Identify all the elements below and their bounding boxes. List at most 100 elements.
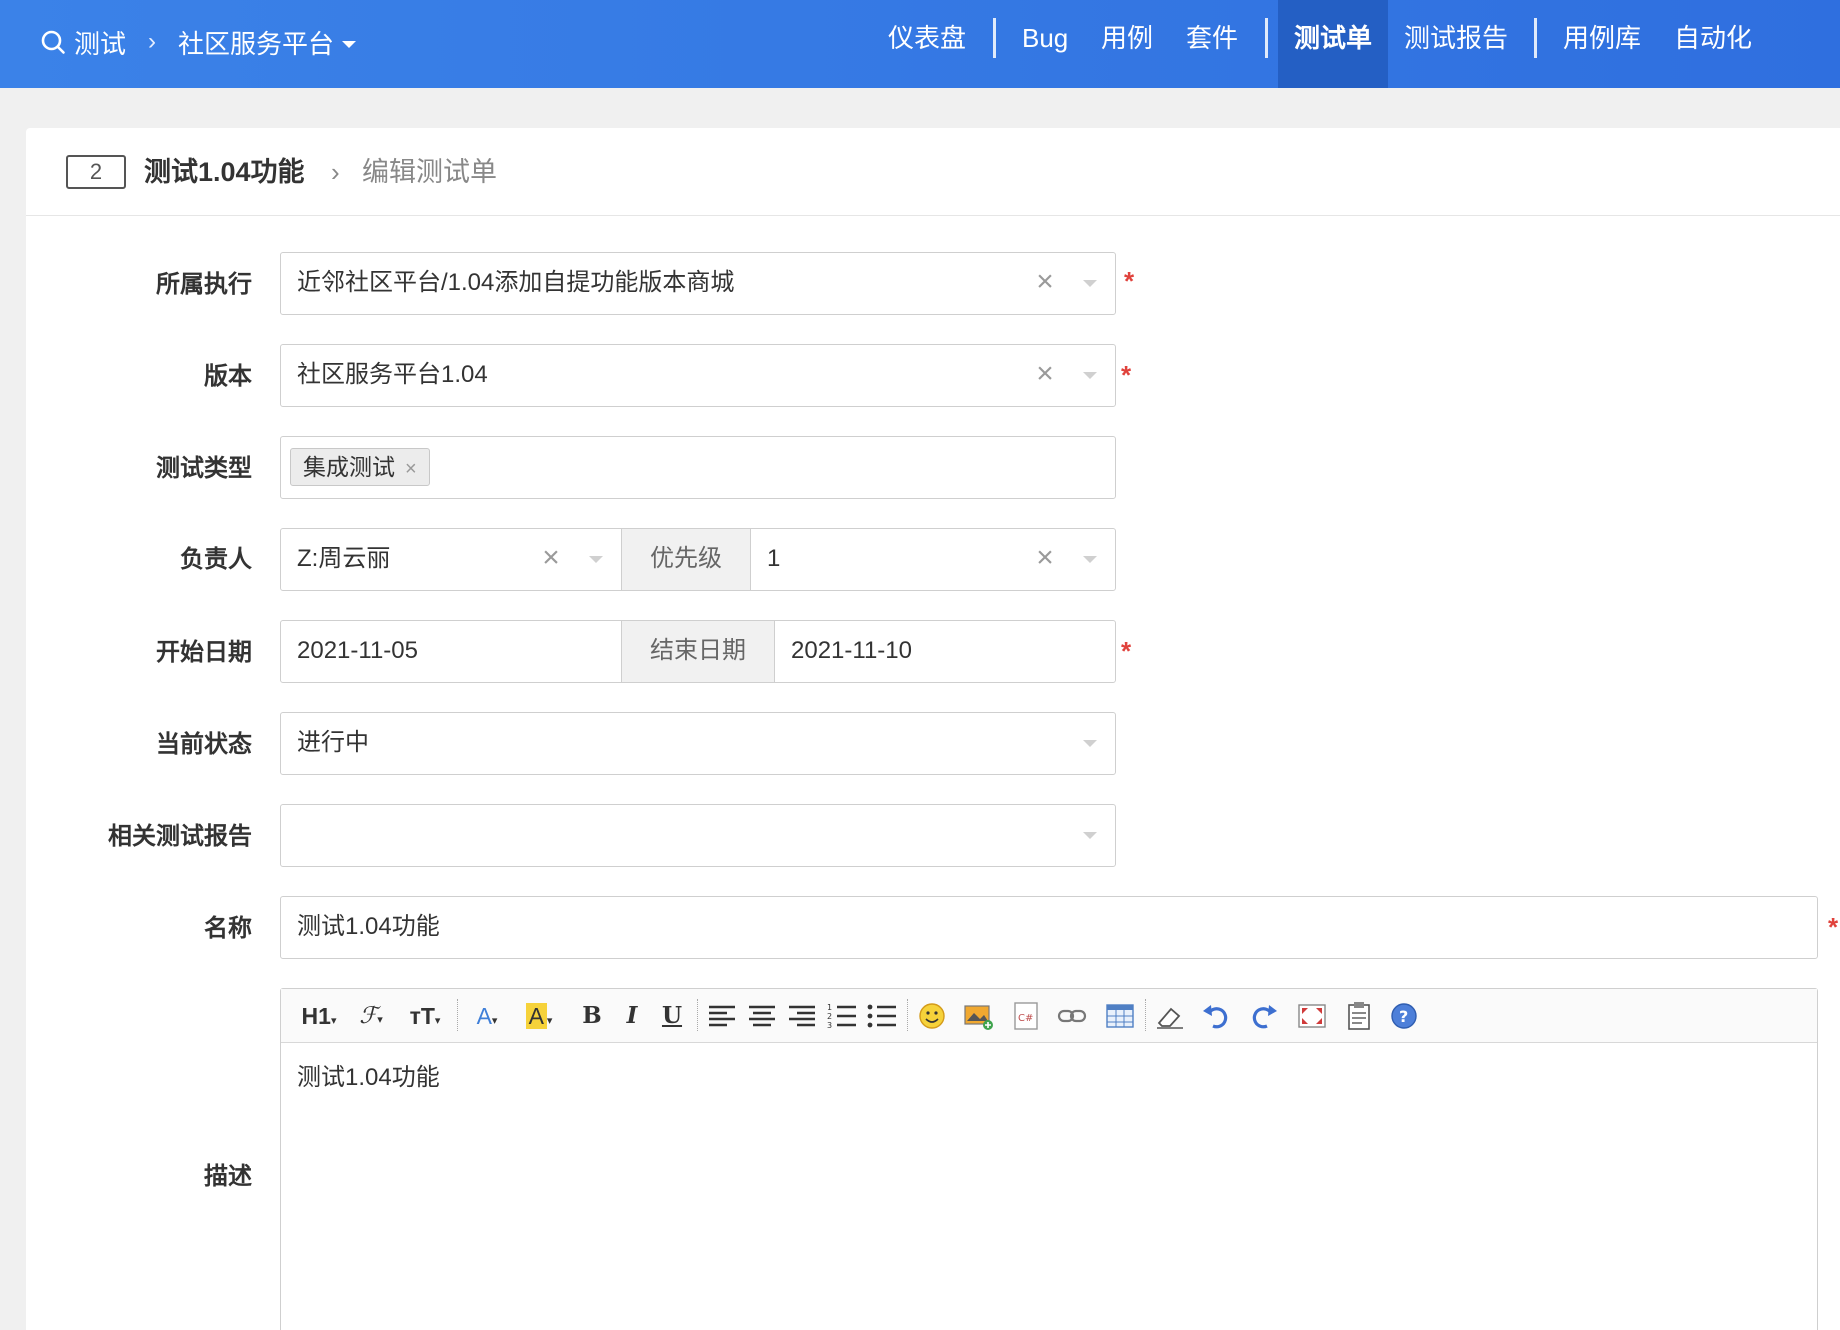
chevron-right-icon: ›: [331, 157, 340, 187]
date-range-group: 2021-11-05 结束日期 2021-11-10: [280, 620, 1116, 683]
owner-label: 负责人: [180, 546, 252, 573]
owner-value[interactable]: Z:周云丽: [297, 529, 390, 589]
eraser-icon[interactable]: [1153, 999, 1187, 1033]
required-mark: *: [1121, 636, 1132, 666]
help-icon[interactable]: ?: [1387, 999, 1421, 1033]
link-icon[interactable]: [1055, 999, 1089, 1033]
ordered-list-icon[interactable]: 123: [825, 999, 859, 1033]
related-report-label: 相关测试报告: [108, 823, 252, 850]
name-label: 名称: [204, 915, 252, 942]
font-color-button[interactable]: A▾: [465, 999, 509, 1033]
clear-icon[interactable]: ×: [540, 543, 562, 573]
toolbar-divider: [457, 999, 458, 1031]
italic-button[interactable]: I: [617, 999, 647, 1033]
description-content[interactable]: 测试1.04功能: [297, 1057, 440, 1092]
page-title[interactable]: 测试1.04功能: [144, 150, 305, 194]
status-select[interactable]: 进行中: [280, 712, 1116, 775]
nav-test-report[interactable]: 测试报告: [1404, 0, 1508, 88]
fullscreen-icon[interactable]: [1295, 999, 1329, 1033]
owner-priority-group: Z:周云丽 × 优先级 1 ×: [280, 528, 1116, 591]
heading-label: H1: [301, 1003, 331, 1029]
nav-testtask[interactable]: 测试单: [1278, 0, 1388, 88]
chevron-down-icon[interactable]: [1083, 740, 1097, 747]
top-navigation-bar: 测试 › 社区服务平台 仪表盘 Bug 用例 套件 测试单 测试报告 用例库 自…: [0, 0, 1840, 88]
font-size-button[interactable]: тT▾: [401, 999, 449, 1033]
underline-button[interactable]: U: [657, 999, 687, 1033]
nav-bug[interactable]: Bug: [1022, 0, 1068, 88]
version-select[interactable]: 社区服务平台1.04 ×: [280, 344, 1116, 407]
toolbar-divider: [697, 999, 698, 1031]
chevron-down-icon[interactable]: [1083, 372, 1097, 379]
required-mark: *: [1121, 360, 1132, 390]
required-mark: *: [1124, 266, 1135, 296]
svg-text:C#: C#: [1018, 1013, 1033, 1024]
end-date-label: 结束日期: [621, 621, 775, 682]
editor-toolbar: H1▾ ℱ▾ тT▾ A▾ A ▾ B I U 123 C# ?: [281, 989, 1817, 1043]
undo-icon[interactable]: [1199, 999, 1233, 1033]
align-right-icon[interactable]: [785, 999, 819, 1033]
chevron-down-icon[interactable]: [1083, 280, 1097, 287]
insert-table-icon[interactable]: [1103, 999, 1137, 1033]
nav-automation[interactable]: 自动化: [1674, 0, 1752, 88]
highlight-color-button[interactable]: A ▾: [517, 999, 561, 1033]
code-snippet-icon[interactable]: C#: [1009, 999, 1043, 1033]
version-label: 版本: [204, 363, 252, 390]
remove-tag-icon[interactable]: ×: [405, 458, 417, 480]
page-subtitle: 编辑测试单: [362, 157, 497, 187]
test-type-label: 测试类型: [156, 455, 252, 482]
nav-dashboard[interactable]: 仪表盘: [888, 0, 966, 88]
font-size-label: тT: [409, 1003, 435, 1029]
unordered-list-icon[interactable]: [865, 999, 899, 1033]
brand-breadcrumb: 测试 › 社区服务平台: [40, 20, 357, 64]
chevron-right-icon: ›: [148, 28, 157, 55]
nav-divider: [993, 18, 996, 58]
execution-select[interactable]: 近邻社区平台/1.04添加自提功能版本商城 ×: [280, 252, 1116, 315]
paste-text-icon[interactable]: [1341, 999, 1375, 1033]
test-type-tag[interactable]: 集成测试 ×: [290, 448, 430, 486]
project-switcher[interactable]: 社区服务平台: [178, 24, 334, 61]
start-date-input[interactable]: 2021-11-05: [297, 621, 418, 681]
redo-icon[interactable]: [1247, 999, 1281, 1033]
chevron-down-icon[interactable]: [589, 556, 603, 563]
test-search-icon: [41, 30, 65, 54]
chevron-down-icon[interactable]: [342, 40, 357, 48]
svg-text:2: 2: [827, 1012, 832, 1021]
status-label: 当前状态: [156, 731, 252, 758]
nav-suites[interactable]: 套件: [1186, 0, 1238, 88]
end-date-input[interactable]: 2021-11-10: [791, 621, 912, 681]
test-type-tag-label: 集成测试: [303, 454, 395, 480]
version-value: 社区服务平台1.04: [297, 361, 488, 388]
nav-case-library[interactable]: 用例库: [1563, 0, 1641, 88]
font-family-button[interactable]: ℱ▾: [349, 999, 393, 1033]
toolbar-divider: [1145, 999, 1146, 1031]
page-header: 2 测试1.04功能 › 编辑测试单: [26, 128, 1840, 216]
clear-icon[interactable]: ×: [1034, 359, 1056, 389]
nav-cases[interactable]: 用例: [1101, 0, 1153, 88]
toolbar-divider: [907, 999, 908, 1031]
chevron-down-icon[interactable]: [1083, 832, 1097, 839]
bold-button[interactable]: B: [577, 999, 607, 1033]
name-input[interactable]: 测试1.04功能: [280, 896, 1818, 959]
clear-icon[interactable]: ×: [1034, 543, 1056, 573]
required-mark: *: [1828, 912, 1839, 942]
nav-divider: [1265, 18, 1268, 58]
clear-icon[interactable]: ×: [1034, 267, 1056, 297]
description-editor[interactable]: H1▾ ℱ▾ тT▾ A▾ A ▾ B I U 123 C# ? 测试1.04功能: [280, 988, 1818, 1330]
name-value: 测试1.04功能: [297, 913, 440, 940]
test-type-multiselect[interactable]: 集成测试 ×: [280, 436, 1116, 499]
priority-label: 优先级: [621, 529, 751, 590]
priority-value[interactable]: 1: [767, 529, 780, 589]
emoji-icon[interactable]: [915, 999, 949, 1033]
insert-image-icon[interactable]: [961, 999, 995, 1033]
status-value: 进行中: [297, 729, 369, 756]
svg-text:3: 3: [827, 1021, 832, 1030]
record-id-badge: 2: [66, 155, 126, 189]
svg-text:1: 1: [827, 1003, 832, 1012]
align-left-icon[interactable]: [705, 999, 739, 1033]
execution-value: 近邻社区平台/1.04添加自提功能版本商城: [297, 269, 735, 296]
product-name[interactable]: 测试: [74, 24, 126, 61]
related-report-select[interactable]: [280, 804, 1116, 867]
align-center-icon[interactable]: [745, 999, 779, 1033]
heading-button[interactable]: H1▾: [297, 999, 341, 1033]
chevron-down-icon[interactable]: [1083, 556, 1097, 563]
